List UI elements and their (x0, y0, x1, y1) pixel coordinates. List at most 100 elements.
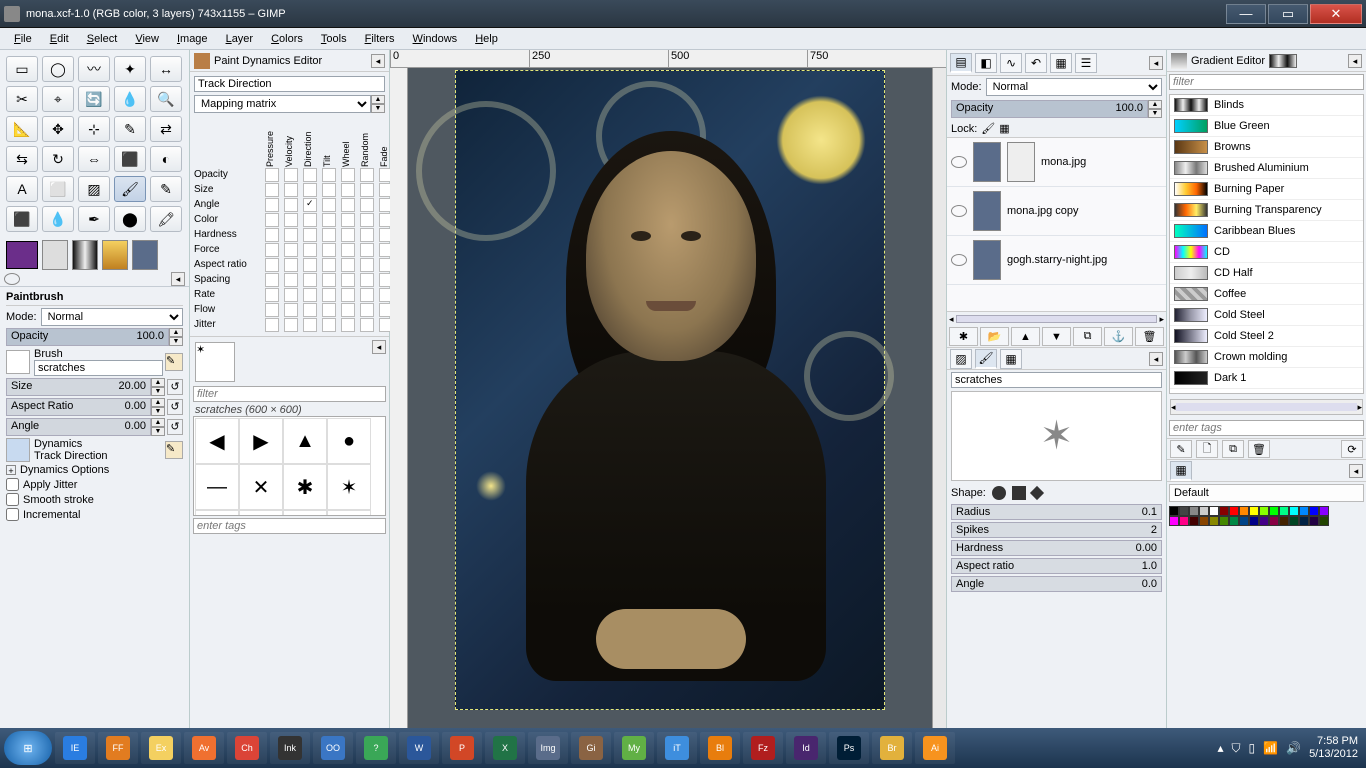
matrix-cell[interactable] (360, 213, 374, 227)
matrix-cell[interactable] (360, 273, 374, 287)
brush-preview-swatch[interactable] (42, 240, 68, 270)
matrix-cell[interactable] (341, 228, 355, 242)
tool-button[interactable]: ⊹ (78, 116, 110, 142)
tool-button[interactable]: 🔍 (150, 86, 182, 112)
taskbar-app[interactable]: iT (657, 732, 697, 764)
matrix-cell[interactable] (360, 288, 374, 302)
gradient-item[interactable]: Brushed Aluminium (1170, 158, 1363, 179)
matrix-cell[interactable] (322, 198, 336, 212)
brush-preview-large[interactable]: ✶ (195, 342, 235, 382)
matrix-cell[interactable] (265, 213, 279, 227)
tool-button[interactable]: A (6, 176, 38, 202)
menu-colors[interactable]: Colors (263, 31, 311, 47)
brush-item[interactable]: ● (195, 510, 239, 516)
window-minimize[interactable]: ― (1226, 4, 1266, 24)
gradient-item[interactable]: CD (1170, 242, 1363, 263)
edit-brush-icon[interactable]: ✎ (165, 353, 183, 371)
palette-color[interactable] (1269, 516, 1279, 526)
tool-button[interactable]: ✂ (6, 86, 38, 112)
tray-volume-icon[interactable]: 🔊 (1286, 741, 1301, 755)
size-slider[interactable]: Size 20.00 (6, 378, 151, 396)
brush-item[interactable]: ✕ (239, 464, 283, 510)
tool-button[interactable]: ▨ (78, 176, 110, 202)
gradient-item[interactable]: Blue Green (1170, 116, 1363, 137)
tool-button[interactable]: ▭ (6, 56, 38, 82)
matrix-cell[interactable] (360, 198, 374, 212)
matrix-cell[interactable] (322, 243, 336, 257)
taskbar-app[interactable]: Id (786, 732, 826, 764)
aspect-slider[interactable]: Aspect Ratio 0.00 (6, 398, 151, 416)
menu-file[interactable]: File (6, 31, 40, 47)
brush-editor-name[interactable] (951, 372, 1162, 388)
brush-thumb[interactable] (6, 350, 30, 374)
palette-color[interactable] (1219, 516, 1229, 526)
brush-item[interactable]: ▢ (327, 510, 371, 516)
matrix-cell[interactable] (284, 183, 298, 197)
layer-thumb[interactable] (973, 240, 1001, 280)
gradient-filter-input[interactable]: filter (1169, 74, 1364, 90)
panel-menu-icon[interactable]: ◂ (1149, 56, 1163, 70)
palette-color[interactable] (1219, 506, 1229, 516)
tab-undo-icon[interactable]: ↶ (1025, 53, 1047, 73)
palette-color[interactable] (1309, 506, 1319, 516)
opacity-stepper[interactable]: ▲▼ (169, 328, 183, 346)
palette-color[interactable] (1189, 516, 1199, 526)
layer-scrollbar[interactable] (956, 315, 1158, 323)
duplicate-gradient-button[interactable]: ⧉ (1222, 440, 1244, 458)
matrix-cell[interactable] (265, 183, 279, 197)
layer-mode-select[interactable]: Normal (986, 78, 1162, 96)
refresh-gradient-button[interactable]: ⟳ (1341, 440, 1363, 458)
gradient-item[interactable]: Browns (1170, 137, 1363, 158)
matrix-cell[interactable] (360, 228, 374, 242)
expand-icon[interactable]: + (6, 465, 16, 475)
gradient-item[interactable]: Cold Steel 2 (1170, 326, 1363, 347)
palette-color[interactable] (1289, 506, 1299, 516)
panel-menu-icon[interactable]: ◂ (1349, 464, 1363, 478)
palette-color[interactable] (1249, 506, 1259, 516)
matrix-cell[interactable] (341, 183, 355, 197)
shape-diamond-icon[interactable] (1030, 486, 1044, 500)
tray-show-hidden-icon[interactable]: ▴ (1218, 741, 1224, 755)
matrix-cell[interactable] (322, 318, 336, 332)
angle-slider[interactable]: Angle 0.00 (6, 418, 151, 436)
taskbar-app[interactable]: P (442, 732, 482, 764)
matrix-cell[interactable] (360, 168, 374, 182)
matrix-cell[interactable] (284, 168, 298, 182)
active-image-thumb[interactable] (132, 240, 158, 270)
matrix-cell[interactable] (341, 198, 355, 212)
tool-button[interactable]: 〰 (78, 56, 110, 82)
palette-color[interactable] (1299, 506, 1309, 516)
dynamics-name-input[interactable] (194, 76, 385, 92)
gradient-tags-input[interactable]: enter tags (1169, 420, 1364, 436)
matrix-cell[interactable] (284, 318, 298, 332)
taskbar-app[interactable]: Ai (915, 732, 955, 764)
palette-color[interactable] (1229, 506, 1239, 516)
brush-param-row[interactable]: Aspect ratio1.0 (951, 558, 1162, 574)
palette-color[interactable] (1229, 516, 1239, 526)
layer-folder-button[interactable]: 📂 (980, 327, 1009, 346)
taskbar-app[interactable]: Ex (141, 732, 181, 764)
tab-brushes-icon[interactable]: 🖌 (975, 349, 997, 369)
brush-item[interactable]: ▶ (239, 418, 283, 464)
matrix-cell[interactable] (284, 273, 298, 287)
matrix-cell[interactable] (322, 213, 336, 227)
layer-thumb[interactable] (973, 142, 1001, 182)
matrix-cell[interactable] (341, 168, 355, 182)
mode-select[interactable]: Normal (41, 308, 183, 326)
tool-button[interactable]: ⬤ (114, 206, 146, 232)
matrix-cell[interactable] (303, 273, 317, 287)
tool-button[interactable]: ⇔ (78, 146, 110, 172)
tray-network-icon[interactable]: 📶 (1263, 741, 1278, 755)
tab-palettes-icon[interactable]: ▦ (1170, 461, 1192, 481)
layer-visibility-icon[interactable] (951, 205, 967, 217)
reset-angle-icon[interactable]: ↺ (167, 419, 183, 435)
tab-channels-icon[interactable]: ◧ (975, 53, 997, 73)
gradient-scrollbar[interactable] (1176, 403, 1358, 411)
tool-button[interactable]: ✎ (150, 176, 182, 202)
system-clock[interactable]: 7:58 PM 5/13/2012 (1309, 735, 1362, 761)
panel-menu-icon[interactable]: ◂ (371, 54, 385, 68)
brush-item[interactable]: ✦ (239, 510, 283, 516)
tool-button[interactable]: ✦ (114, 56, 146, 82)
matrix-cell[interactable] (341, 273, 355, 287)
incremental-checkbox[interactable] (6, 508, 19, 521)
